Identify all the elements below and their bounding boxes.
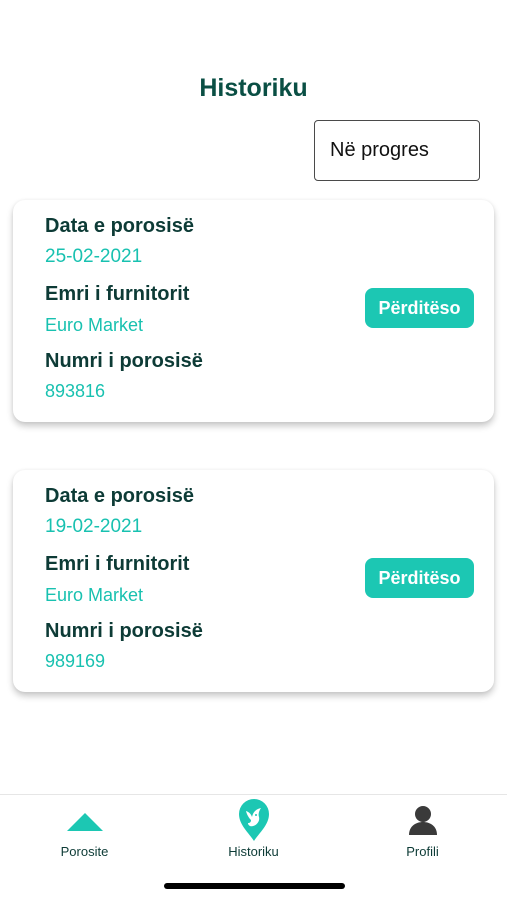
order-date-label: Data e porosisë	[45, 215, 194, 237]
tab-label: Porosite	[60, 844, 109, 859]
supplier-name-value: Euro Market	[45, 585, 144, 605]
supplier-name-label: Emri i furnitorit	[45, 553, 190, 575]
update-order-button[interactable]: Përditëso	[365, 288, 474, 328]
status-filter-select[interactable]: Në progres	[314, 120, 480, 181]
update-order-button[interactable]: Përditëso	[365, 558, 474, 598]
order-number-label: Numri i porosisë	[45, 350, 203, 372]
tab-porosite[interactable]: Porosite	[0, 795, 169, 875]
order-date-value: 19-02-2021	[45, 516, 143, 537]
triangle-up-icon	[66, 813, 103, 831]
tab-profili[interactable]: Profili	[338, 795, 507, 875]
page-title: Historiku	[199, 74, 308, 102]
tab-label: Profili	[406, 844, 439, 859]
order-number-value: 989169	[45, 651, 106, 671]
order-card: Data e porosisë 25-02-2021 Emri i furnit…	[13, 200, 494, 422]
order-number-value: 893816	[45, 381, 106, 401]
home-indicator[interactable]	[164, 883, 345, 889]
order-card: Data e porosisë 19-02-2021 Emri i furnit…	[13, 470, 494, 692]
supplier-name-value: Euro Market	[45, 315, 144, 335]
order-date-value: 25-02-2021	[45, 246, 143, 267]
history-screen: Historiku Në progres Data e porosisë 25-…	[0, 0, 507, 900]
tab-label: Historiku	[228, 844, 279, 859]
order-date-label: Data e porosisë	[45, 485, 194, 507]
order-number-label: Numri i porosisë	[45, 620, 203, 642]
tab-historiku[interactable]: Historiku	[169, 795, 338, 875]
bird-pin-icon	[238, 799, 269, 841]
supplier-name-label: Emri i furnitorit	[45, 283, 190, 305]
user-icon	[408, 806, 437, 835]
